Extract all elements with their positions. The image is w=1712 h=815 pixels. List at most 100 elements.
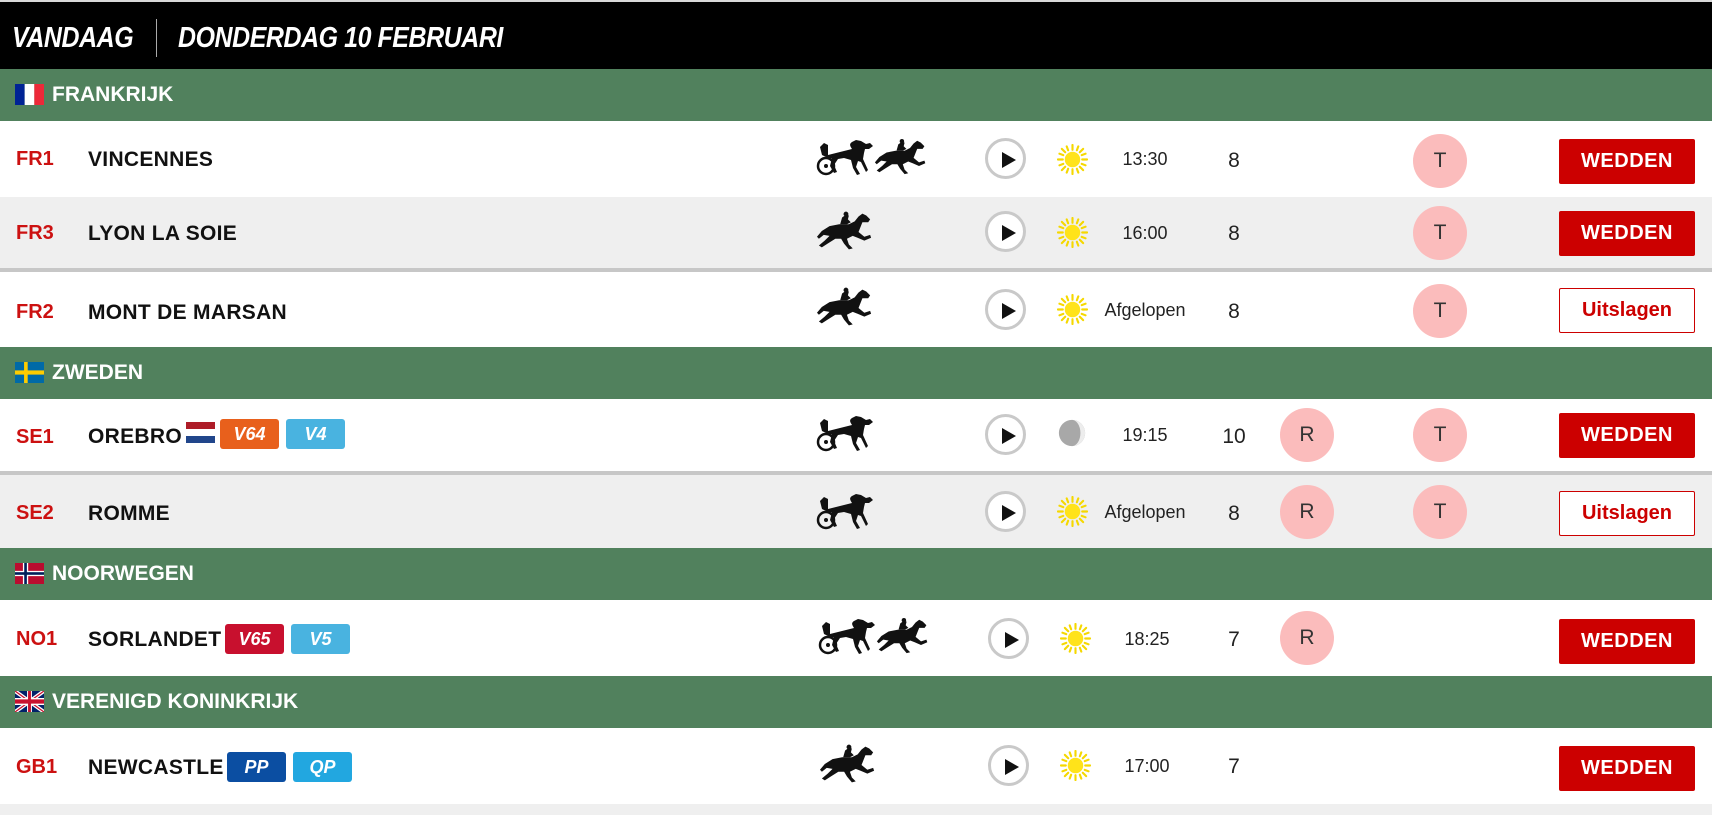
r-indicator[interactable]: R bbox=[1280, 485, 1334, 539]
sun-icon bbox=[1057, 217, 1088, 248]
bet-button[interactable]: WEDDEN bbox=[1559, 413, 1695, 458]
race-code: FR3 bbox=[16, 222, 54, 244]
track-name[interactable]: ROMME bbox=[88, 502, 170, 526]
r-indicator[interactable]: R bbox=[1280, 408, 1334, 462]
track-name[interactable]: MONT DE MARSAN bbox=[88, 301, 287, 325]
results-button[interactable]: Uitslagen bbox=[1559, 491, 1695, 536]
race-code: FR1 bbox=[16, 148, 54, 170]
sun-icon bbox=[1057, 294, 1088, 325]
track-name[interactable]: LYON LA SOIE bbox=[88, 222, 237, 246]
header-divider bbox=[156, 19, 157, 57]
t-indicator[interactable]: T bbox=[1413, 284, 1467, 338]
race-code: SE2 bbox=[16, 502, 54, 524]
play-video-button[interactable] bbox=[985, 289, 1026, 330]
trotting-icon bbox=[816, 413, 876, 453]
race-row-fr2[interactable]: FR2 MONT DE MARSAN Afgelopen 8 T Uitslag… bbox=[0, 272, 1712, 347]
runner-count: 8 bbox=[1228, 300, 1240, 323]
page: VANDAAG DONDERDAG 10 FEBRUARI FRANKRIJK … bbox=[0, 0, 1712, 815]
qp-badge: QP bbox=[293, 752, 352, 782]
bet-button[interactable]: WEDDEN bbox=[1559, 139, 1695, 184]
country-header-norway: NOORWEGEN bbox=[0, 548, 1712, 600]
race-row-fr1[interactable]: FR1 VINCENNES 13:30 8 T WEDDEN bbox=[0, 121, 1712, 197]
t-indicator[interactable]: T bbox=[1413, 134, 1467, 188]
race-time: 18:25 bbox=[1124, 629, 1170, 649]
race-row-fr3[interactable]: FR3 LYON LA SOIE 16:00 8 T WEDDEN bbox=[0, 197, 1712, 268]
sun-icon bbox=[1060, 623, 1091, 654]
track-name[interactable]: SORLANDET bbox=[88, 628, 221, 652]
play-video-button[interactable] bbox=[985, 414, 1026, 455]
trotting-icon bbox=[816, 491, 876, 531]
play-icon bbox=[1005, 759, 1019, 775]
country-header-france: FRANKRIJK bbox=[0, 69, 1712, 121]
play-icon bbox=[1002, 505, 1016, 521]
country-name: FRANKRIJK bbox=[52, 83, 174, 106]
date-label: DONDERDAG 10 FEBRUARI bbox=[178, 22, 503, 54]
race-time: 16:00 bbox=[1122, 223, 1168, 243]
sun-icon bbox=[1057, 496, 1088, 527]
half-moon-icon bbox=[1057, 418, 1087, 448]
bet-button[interactable]: WEDDEN bbox=[1559, 211, 1695, 256]
t-indicator[interactable]: T bbox=[1413, 485, 1467, 539]
today-label: VANDAAG bbox=[12, 22, 134, 54]
play-video-button[interactable] bbox=[988, 618, 1029, 659]
race-time: 19:15 bbox=[1122, 425, 1168, 445]
play-video-button[interactable] bbox=[988, 745, 1029, 786]
top-bar: VANDAAG DONDERDAG 10 FEBRUARI bbox=[0, 0, 1712, 69]
race-time: Afgelopen bbox=[1104, 300, 1186, 320]
race-code: NO1 bbox=[16, 628, 58, 650]
track-name[interactable]: OREBRO bbox=[88, 425, 182, 449]
race-row-se1[interactable]: SE1 OREBRO V64 V4 19:15 10 R T WEDDEN bbox=[0, 399, 1712, 471]
norway-flag-icon bbox=[15, 563, 44, 584]
play-video-button[interactable] bbox=[985, 491, 1026, 532]
country-name: NOORWEGEN bbox=[52, 562, 194, 585]
runner-count: 7 bbox=[1228, 628, 1240, 651]
track-name[interactable]: NEWCASTLE bbox=[88, 756, 224, 780]
sun-icon bbox=[1060, 750, 1091, 781]
uk-flag-icon bbox=[15, 691, 44, 712]
galloping-icon bbox=[874, 137, 928, 177]
race-row-gb1[interactable]: GB1 NEWCASTLE PP QP 17:00 7 WEDDEN bbox=[0, 728, 1712, 804]
r-indicator[interactable]: R bbox=[1280, 611, 1334, 665]
netherlands-flag-icon bbox=[186, 422, 215, 443]
trotting-icon bbox=[816, 137, 876, 177]
t-indicator[interactable]: T bbox=[1413, 408, 1467, 462]
runner-count: 8 bbox=[1228, 502, 1240, 525]
sun-icon bbox=[1057, 144, 1088, 175]
country-header-uk: VERENIGD KONINKRIJK bbox=[0, 676, 1712, 728]
pp-badge: PP bbox=[227, 752, 286, 782]
race-time: 17:00 bbox=[1124, 756, 1170, 776]
v64-badge: V64 bbox=[220, 419, 279, 449]
play-video-button[interactable] bbox=[985, 138, 1026, 179]
race-row-no1[interactable]: NO1 SORLANDET V65 V5 18:25 7 R WEDDEN bbox=[0, 600, 1712, 676]
galloping-icon bbox=[876, 616, 930, 656]
race-code: FR2 bbox=[16, 301, 54, 323]
bet-button[interactable]: WEDDEN bbox=[1559, 619, 1695, 664]
results-button[interactable]: Uitslagen bbox=[1559, 288, 1695, 333]
track-name[interactable]: VINCENNES bbox=[88, 148, 213, 172]
runner-count: 7 bbox=[1228, 755, 1240, 778]
v4-badge: V4 bbox=[286, 419, 345, 449]
t-indicator[interactable]: T bbox=[1413, 206, 1467, 260]
runner-count: 10 bbox=[1222, 425, 1246, 448]
country-name: VERENIGD KONINKRIJK bbox=[52, 690, 299, 713]
race-row-se2[interactable]: SE2 ROMME Afgelopen 8 R T Uitslagen bbox=[0, 475, 1712, 548]
play-icon bbox=[1002, 303, 1016, 319]
bet-button[interactable]: WEDDEN bbox=[1559, 746, 1695, 791]
play-video-button[interactable] bbox=[985, 211, 1026, 252]
sweden-flag-icon bbox=[15, 362, 44, 383]
country-name: ZWEDEN bbox=[52, 361, 143, 384]
runner-count: 8 bbox=[1228, 149, 1240, 172]
play-icon bbox=[1005, 632, 1019, 648]
race-code: SE1 bbox=[16, 426, 54, 448]
france-flag-icon bbox=[15, 84, 44, 105]
country-header-sweden: ZWEDEN bbox=[0, 347, 1712, 399]
race-time: Afgelopen bbox=[1104, 502, 1186, 522]
v5-badge: V5 bbox=[291, 624, 350, 654]
next-row-edge bbox=[0, 804, 1712, 815]
race-time: 13:30 bbox=[1122, 149, 1168, 169]
galloping-icon bbox=[816, 287, 874, 327]
play-icon bbox=[1002, 225, 1016, 241]
play-icon bbox=[1002, 428, 1016, 444]
play-icon bbox=[1002, 152, 1016, 168]
galloping-icon bbox=[816, 211, 874, 251]
